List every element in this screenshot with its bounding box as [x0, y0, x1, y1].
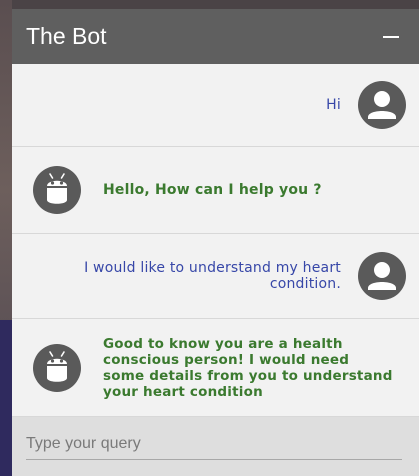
- user-message: I would like to understand my heart cond…: [12, 234, 419, 319]
- background-accent: [0, 320, 12, 476]
- message-text: Hello, How can I help you ?: [103, 182, 322, 198]
- user-avatar-icon: [358, 252, 406, 300]
- message-text: I would like to understand my heart cond…: [84, 260, 341, 292]
- bot-message: Hello, How can I help you ?: [12, 147, 419, 234]
- android-robot-icon: [33, 343, 81, 392]
- chat-header: The Bot: [12, 9, 419, 64]
- android-robot-icon: [33, 166, 81, 214]
- background-strip: [0, 0, 12, 476]
- user-avatar-icon: [358, 81, 406, 129]
- message-text: Hi: [326, 97, 341, 113]
- minimize-button[interactable]: [381, 27, 401, 47]
- minimize-icon: [383, 35, 399, 38]
- user-message: Hi: [12, 64, 419, 147]
- bot-message: Good to know you are a health conscious …: [12, 319, 419, 417]
- message-text: Good to know you are a health conscious …: [103, 335, 393, 400]
- chat-window: The Bot Hi Hello, How can I help you ? I…: [12, 9, 419, 476]
- query-input[interactable]: [26, 429, 402, 460]
- message-list[interactable]: Hi Hello, How can I help you ? I would l…: [12, 64, 419, 417]
- input-area: [12, 417, 419, 476]
- chat-title: The Bot: [26, 23, 107, 49]
